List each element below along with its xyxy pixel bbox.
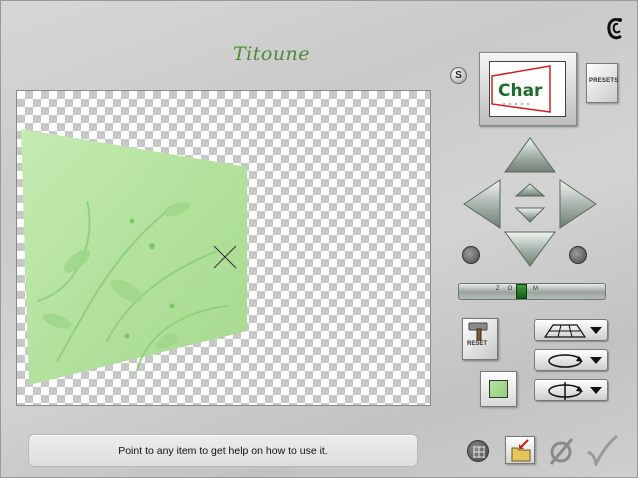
thumbnail-text: Char (498, 81, 543, 101)
center-down-icon[interactable] (514, 207, 546, 223)
presets-button[interactable]: PRESETS (586, 63, 618, 103)
grid-button[interactable] (467, 440, 489, 462)
rotate-loop-icon (548, 354, 583, 368)
distorted-image-preview (21, 129, 247, 385)
perspective-mode-button[interactable] (534, 319, 608, 341)
flip-loop-icon (548, 382, 583, 400)
chevron-down-icon (590, 387, 602, 394)
help-text: Point to any item to get help on how to … (118, 445, 328, 457)
arrow-up-icon[interactable] (504, 137, 556, 173)
brand-title: Titoune (233, 43, 311, 65)
grid-icon (473, 446, 485, 458)
rotate-right-knob-icon[interactable] (569, 246, 587, 264)
arrow-right-icon[interactable] (559, 179, 597, 229)
background-color-button[interactable] (480, 371, 517, 407)
rotate-mode-button[interactable] (534, 349, 608, 371)
s-button[interactable]: S (450, 67, 467, 84)
background-swatch (489, 380, 508, 398)
center-up-icon[interactable] (514, 183, 546, 197)
flip-mode-button[interactable] (534, 379, 608, 401)
folder-import-icon (511, 439, 531, 462)
open-file-button[interactable] (505, 436, 535, 464)
zoom-slider-thumb[interactable] (516, 284, 527, 299)
arrow-left-icon[interactable] (463, 179, 501, 229)
arrow-down-icon[interactable] (504, 231, 556, 267)
reset-label: RESET (467, 341, 488, 347)
preview-canvas[interactable] (16, 90, 431, 406)
rotate-left-knob-icon[interactable] (462, 246, 480, 264)
chevron-down-icon (590, 357, 602, 364)
thumbnail-frame: Char (479, 52, 577, 126)
help-bar: Point to any item to get help on how to … (28, 434, 418, 467)
zoom-slider[interactable]: ZOOM (458, 283, 606, 300)
cancel-icon[interactable] (548, 436, 576, 466)
c-swirl-logo-icon (607, 18, 622, 40)
reset-button[interactable]: RESET (462, 318, 498, 360)
presets-label: PRESETS (589, 78, 619, 84)
hammer-icon (468, 322, 488, 341)
perspective-grid-icon (543, 324, 587, 338)
thumbnail-preview[interactable]: Char (489, 61, 566, 117)
chevron-down-icon (590, 327, 602, 334)
ok-checkmark-icon[interactable] (585, 434, 619, 466)
